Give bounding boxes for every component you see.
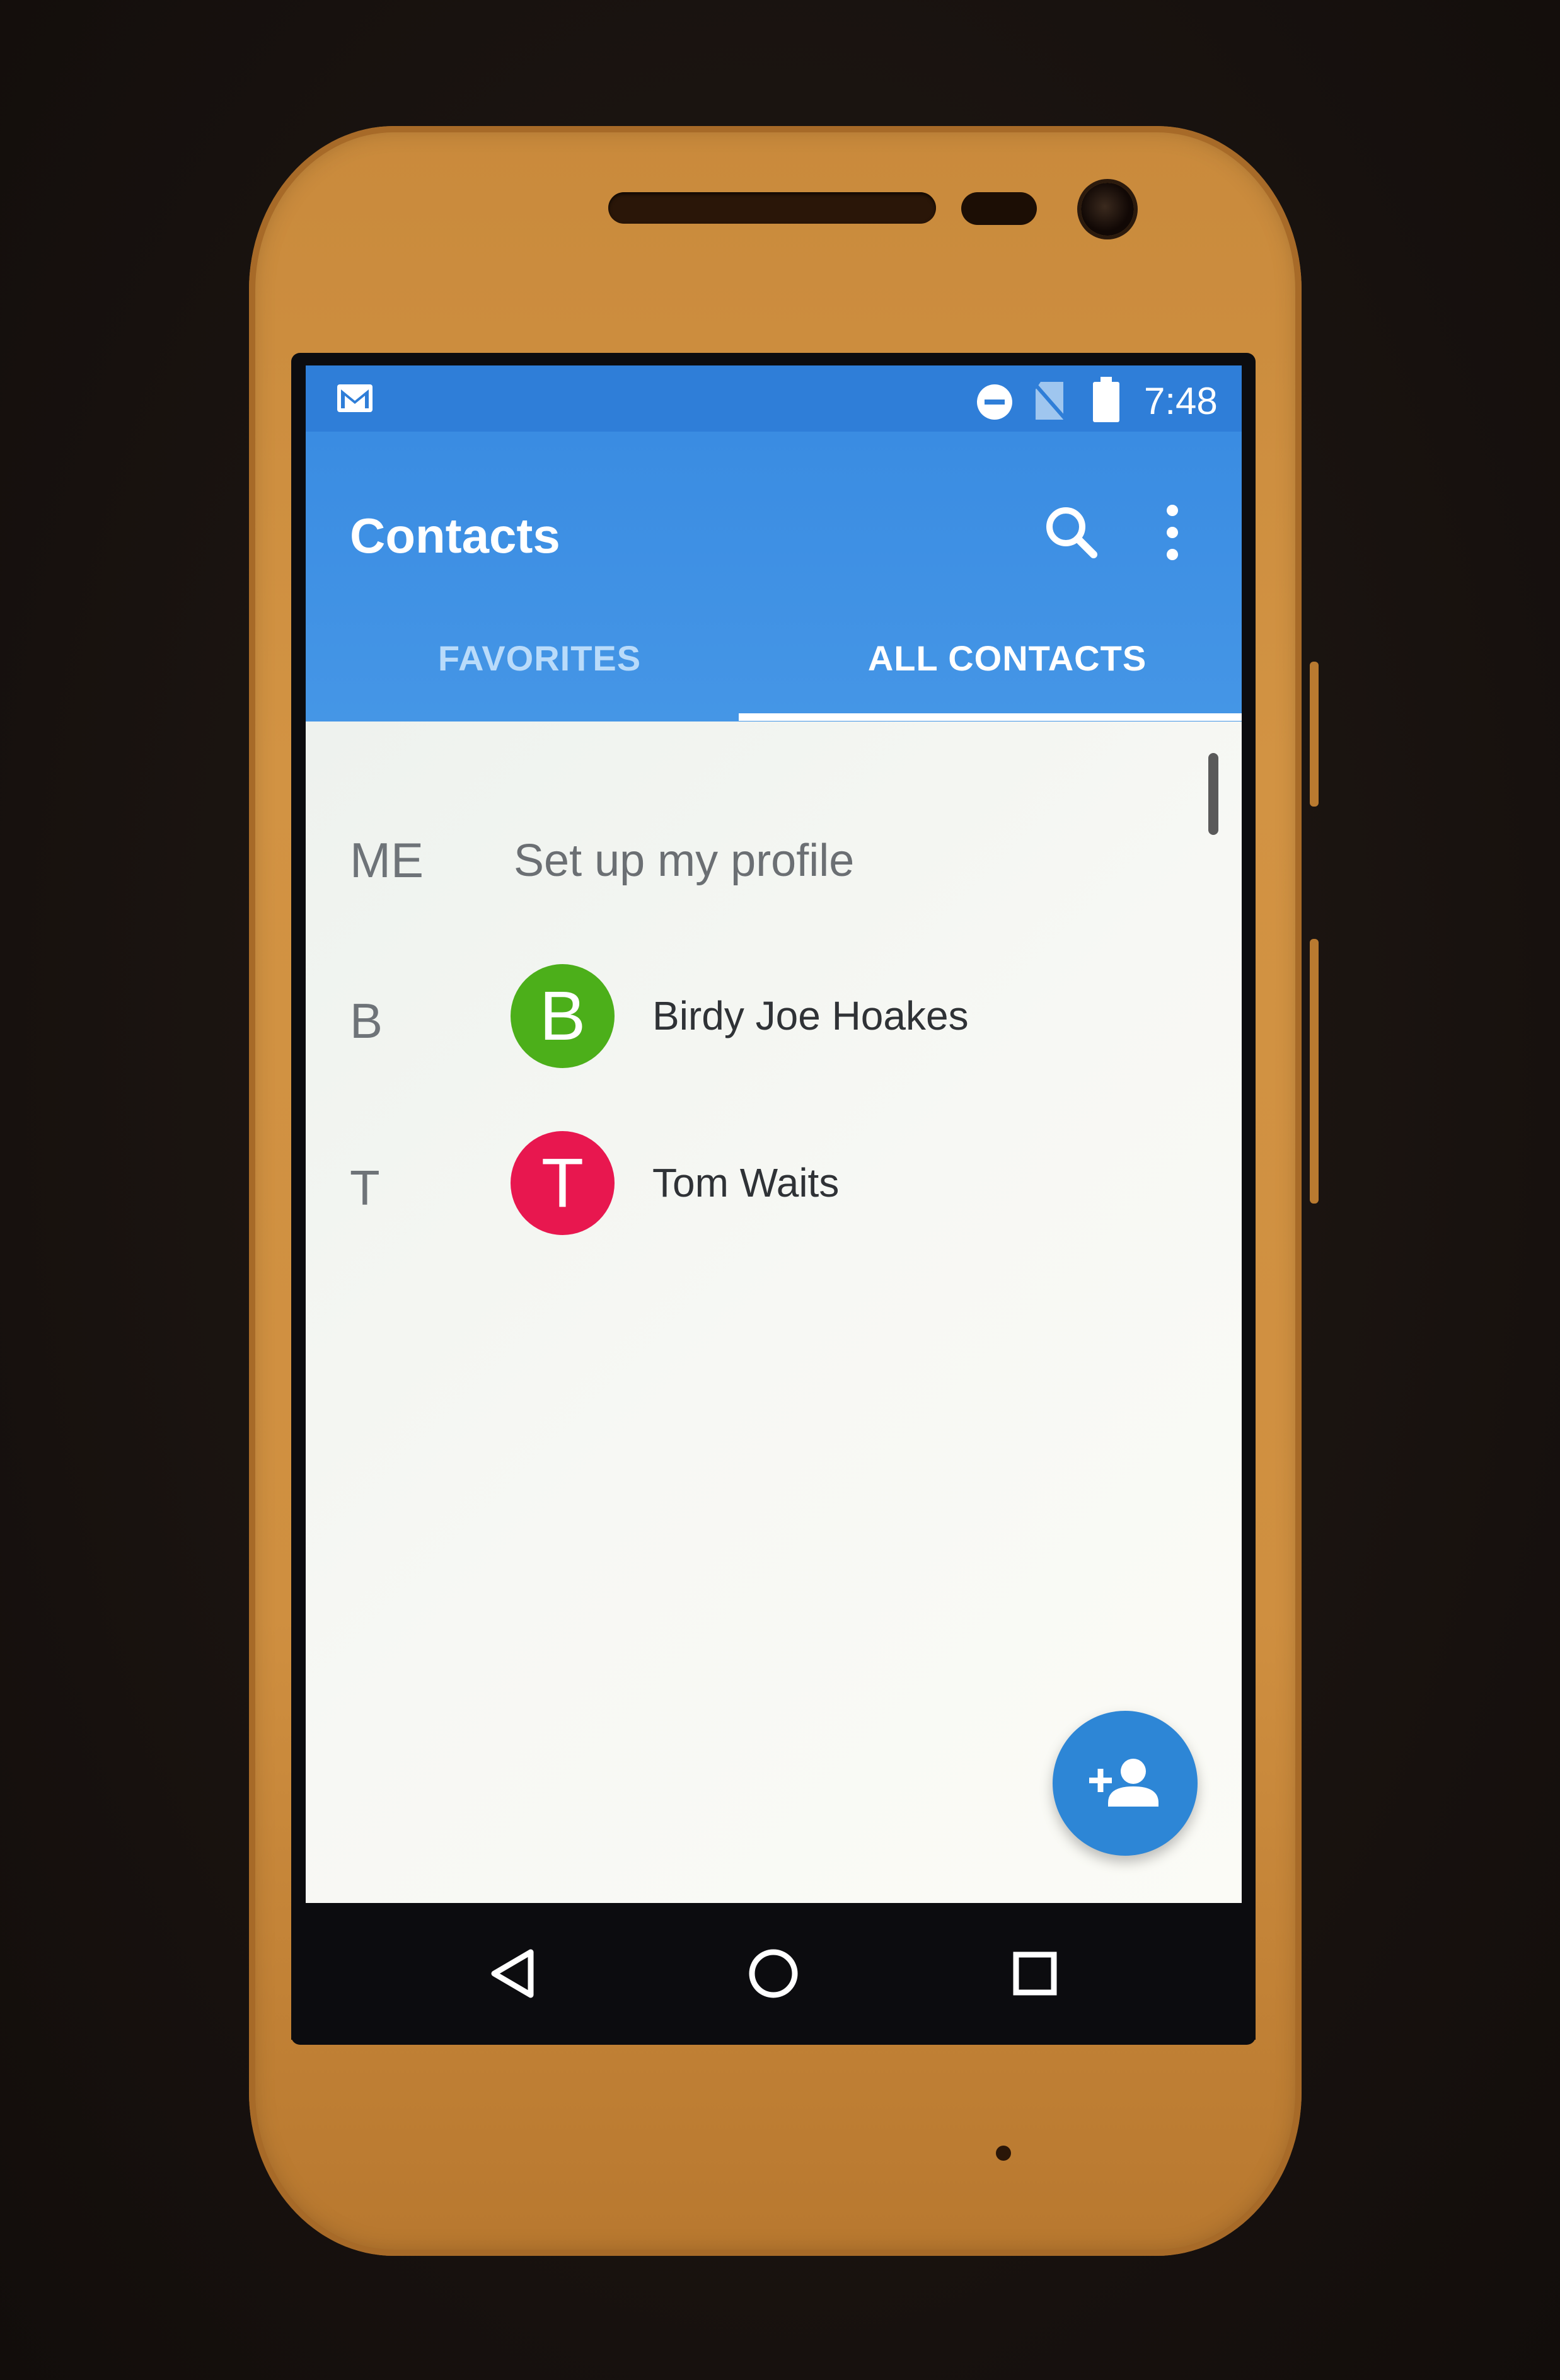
contact-list[interactable]: ME Set up my profile B B Birdy Joe Hoake… [306,721,1242,1903]
front-camera [1081,183,1134,236]
back-button[interactable] [468,1929,556,2018]
recents-icon [1013,1952,1057,1996]
contact-row[interactable]: T Tom Waits [306,1131,1188,1257]
search-button[interactable] [1031,492,1112,573]
more-options-button[interactable] [1138,492,1207,573]
battery-icon [1093,377,1119,422]
tab-all-contacts[interactable]: ALL CONTACTS [773,621,1241,715]
setup-profile-label: Set up my profile [514,836,855,886]
add-contact-button[interactable] [1053,1711,1198,1856]
screen: 7:48 Contacts FAVORITES ALL CONTACTS ME … [306,365,1242,1903]
scrollbar[interactable] [1208,753,1218,835]
page-title: Contacts [350,508,560,563]
proximity-sensor [961,192,1037,225]
contact-name: Tom Waits [652,1160,840,1205]
avatar: T [511,1131,615,1235]
more-vert-icon [1167,505,1178,560]
my-profile-row[interactable]: ME Set up my profile [306,759,1188,888]
avatar: B [511,964,615,1068]
side-button-volume [1310,939,1319,1204]
do-not-disturb-icon [977,384,1012,420]
side-button-power [1310,662,1319,807]
gmail-icon [337,384,373,412]
tab-indicator [739,713,1242,721]
microphone [996,2146,1011,2161]
nav-bar [291,1904,1256,2040]
contact-name: Birdy Joe Hoakes [652,993,969,1038]
no-sim-icon [1031,379,1068,422]
back-icon [491,1949,534,1998]
search-icon [1046,507,1097,558]
section-letter-me: ME [350,832,424,888]
status-time: 7:48 [1144,380,1218,422]
add-person-icon [1089,1759,1158,1807]
home-button[interactable] [729,1929,818,2018]
contact-row[interactable]: B Birdy Joe Hoakes [306,964,1188,1090]
home-icon [749,1949,798,1998]
app-bar: Contacts FAVORITES ALL CONTACTS [306,432,1242,721]
recents-button[interactable] [991,1929,1079,2018]
earpiece-speaker [608,192,936,224]
status-bar: 7:48 [306,365,1242,432]
tab-favorites[interactable]: FAVORITES [306,621,773,715]
